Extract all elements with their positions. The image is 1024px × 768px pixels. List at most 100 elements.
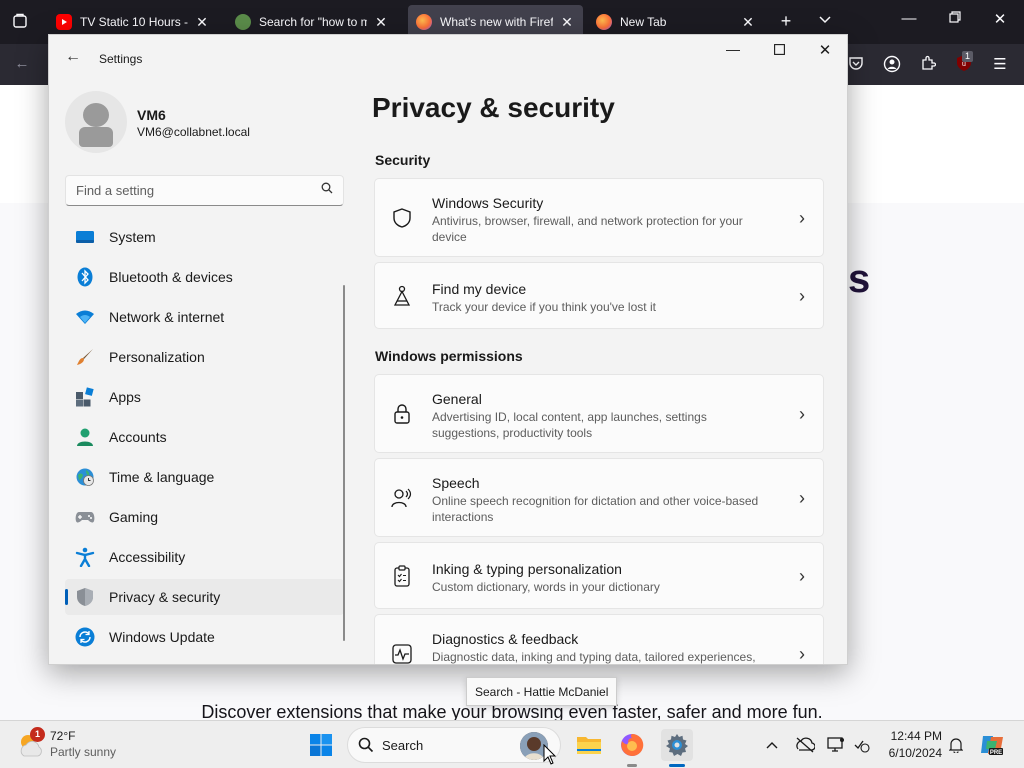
- nav-label: Privacy & security: [109, 589, 221, 605]
- speech-icon: [391, 487, 413, 509]
- search-icon[interactable]: [321, 182, 333, 197]
- nav-item-time-language[interactable]: Time & language: [65, 459, 344, 495]
- new-tab-icon[interactable]: +: [776, 11, 796, 32]
- nav-item-accessibility[interactable]: Accessibility: [65, 539, 344, 575]
- gear-icon: [666, 734, 688, 756]
- account-icon[interactable]: [882, 55, 902, 77]
- chevron-right-icon: ›: [799, 208, 805, 228]
- search-engine-icon: [235, 14, 251, 30]
- weather-desc: Partly sunny: [50, 745, 117, 759]
- nav-label: Apps: [109, 389, 141, 405]
- nav-item-windows-update[interactable]: Windows Update: [65, 619, 344, 655]
- taskbar: 1 72°F Partly sunny Search 12:44 PM 6/10…: [0, 720, 1024, 768]
- settings-content: Privacy & security Security Windows Secu…: [372, 35, 847, 664]
- clock-time[interactable]: 12:44 PM: [880, 729, 942, 743]
- nav-label: Accessibility: [109, 549, 186, 565]
- browser-close-icon[interactable]: ✕: [988, 10, 1012, 28]
- gamepad-icon: [75, 507, 95, 527]
- accounts-icon: [75, 427, 95, 447]
- notification-bell-icon[interactable]: [946, 735, 966, 755]
- find-device-icon: [391, 285, 413, 307]
- wifi-icon: [75, 307, 95, 327]
- start-button[interactable]: [305, 729, 337, 761]
- firefox-taskbar-icon[interactable]: [616, 729, 648, 761]
- close-tab-icon[interactable]: ✕: [194, 14, 210, 31]
- nav-item-accounts[interactable]: Accounts: [65, 419, 344, 455]
- bluetooth-icon: [75, 267, 95, 287]
- sync-status-icon[interactable]: [851, 735, 871, 755]
- tab-title: TV Static 10 Hours - YouTube: [80, 15, 188, 29]
- copilot-icon[interactable]: PRE: [976, 729, 1008, 761]
- nav-item-system[interactable]: System: [65, 219, 344, 255]
- setting-card-inking-typing[interactable]: Inking & typing personalization Custom d…: [374, 542, 824, 609]
- search-placeholder: Search: [382, 738, 424, 753]
- settings-window: ← Settings — ✕ VM6 VM6@collabnet.local S…: [48, 34, 848, 665]
- taskbar-search[interactable]: Search: [347, 727, 561, 763]
- settings-taskbar-icon[interactable]: [661, 729, 693, 761]
- card-title: Inking & typing personalization: [432, 561, 622, 577]
- nav-label: Personalization: [109, 349, 205, 365]
- brush-icon: [75, 347, 95, 367]
- display-icon[interactable]: [826, 735, 846, 755]
- nav-item-personalization[interactable]: Personalization: [65, 339, 344, 375]
- setting-card-diagnostics[interactable]: Diagnostics & feedback Diagnostic data, …: [374, 614, 824, 664]
- nav-item-bluetooth[interactable]: Bluetooth & devices: [65, 259, 344, 295]
- tab-overview-icon[interactable]: [10, 13, 30, 33]
- user-email: VM6@collabnet.local: [137, 125, 250, 139]
- browser-restore-icon[interactable]: [943, 10, 967, 27]
- setting-card-windows-security[interactable]: Windows Security Antivirus, browser, fir…: [374, 178, 824, 257]
- nav-item-privacy-security[interactable]: Privacy & security: [65, 579, 344, 615]
- file-explorer-icon[interactable]: [573, 729, 605, 761]
- nav-label: Windows Update: [109, 629, 215, 645]
- card-description: Online speech recognition for dictation …: [432, 494, 759, 524]
- show-hidden-icons-chevron-icon[interactable]: [762, 735, 782, 755]
- search-icon: [358, 737, 374, 756]
- lock-icon: [391, 403, 413, 425]
- network-offline-icon[interactable]: [795, 735, 815, 755]
- user-name: VM6: [137, 107, 166, 123]
- pocket-icon[interactable]: [846, 55, 866, 75]
- youtube-icon: [56, 14, 72, 30]
- back-arrow-icon[interactable]: ←: [63, 48, 83, 66]
- nav-item-network[interactable]: Network & internet: [65, 299, 344, 335]
- find-setting-input[interactable]: [66, 176, 306, 205]
- list-tabs-chevron-icon[interactable]: [815, 12, 835, 30]
- setting-card-general[interactable]: General Advertising ID, local content, a…: [374, 374, 824, 453]
- close-tab-icon[interactable]: ✕: [740, 14, 756, 31]
- card-description: Custom dictionary, words in your diction…: [432, 580, 660, 594]
- setting-card-speech[interactable]: Speech Online speech recognition for dic…: [374, 458, 824, 537]
- system-icon: [75, 227, 95, 247]
- back-arrow-icon[interactable]: ←: [12, 55, 32, 72]
- nav-label: System: [109, 229, 156, 245]
- shield-outline-icon: [391, 207, 413, 229]
- svg-text:u: u: [962, 61, 966, 68]
- nav-label: Time & language: [109, 469, 215, 485]
- close-tab-icon[interactable]: ✕: [559, 14, 575, 31]
- card-description: Track your device if you think you've lo…: [432, 300, 656, 314]
- card-title: Diagnostics & feedback: [432, 631, 579, 647]
- nav-scrollbar[interactable]: [343, 285, 345, 641]
- chevron-right-icon: ›: [799, 404, 805, 424]
- windows-logo-icon: [310, 734, 332, 756]
- nav-item-gaming[interactable]: Gaming: [65, 499, 344, 535]
- clock-date[interactable]: 6/10/2024: [880, 746, 942, 760]
- card-title: Find my device: [432, 281, 527, 297]
- nav-item-apps[interactable]: Apps: [65, 379, 344, 415]
- chevron-right-icon: ›: [799, 286, 805, 306]
- nav-label: Bluetooth & devices: [109, 269, 233, 285]
- window-title: Settings: [99, 52, 143, 66]
- nav-label: Network & internet: [109, 309, 225, 325]
- setting-card-find-my-device[interactable]: Find my device Track your device if you …: [374, 262, 824, 329]
- weather-temp: 72°F: [50, 729, 76, 743]
- shield-icon: [75, 587, 95, 607]
- avatar[interactable]: [65, 91, 127, 153]
- card-title: Windows Security: [432, 195, 544, 211]
- chevron-right-icon: ›: [799, 488, 805, 508]
- extensions-icon[interactable]: [918, 55, 938, 75]
- close-tab-icon[interactable]: ✕: [373, 14, 389, 31]
- tab-title: What's new with Firefox: [440, 15, 553, 29]
- card-title: Speech: [432, 475, 480, 491]
- running-indicator: [627, 764, 637, 767]
- browser-minimize-icon[interactable]: —: [897, 10, 921, 27]
- menu-hamburger-icon[interactable]: ☰: [990, 55, 1010, 73]
